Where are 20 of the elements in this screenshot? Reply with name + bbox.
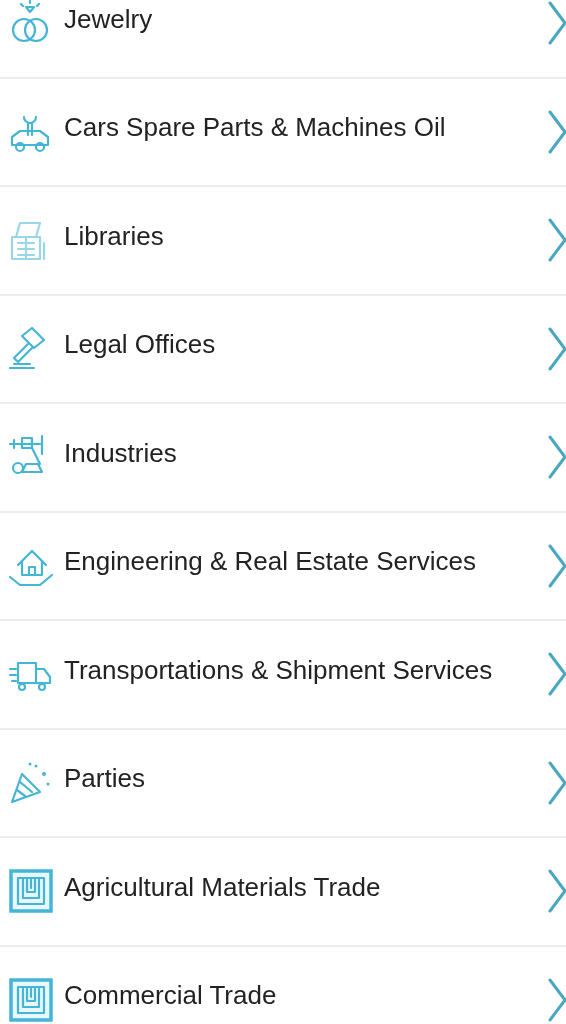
category-item[interactable]: Commercial Trade <box>0 946 566 1024</box>
category-label: Legal Offices <box>64 329 217 362</box>
category-label: Jewelry <box>64 3 154 36</box>
category-item[interactable]: Agricultural Materials Trade <box>0 838 566 947</box>
category-item[interactable]: Cars Spare Parts & Machines Oil <box>0 78 566 187</box>
category-label: Industries <box>64 437 178 470</box>
category-label: Libraries <box>64 220 165 253</box>
category-item[interactable]: Jewelry <box>0 0 566 79</box>
category-item[interactable]: Parties <box>0 729 566 838</box>
category-item[interactable]: Industries <box>0 404 566 513</box>
category-label: Agricultural Materials Trade <box>64 871 382 904</box>
category-item[interactable]: Libraries <box>0 187 566 296</box>
category-item[interactable]: Engineering & Real Estate Services <box>0 512 566 621</box>
category-item[interactable]: Legal Offices <box>0 295 566 404</box>
category-item[interactable]: Transportations & Shipment Services <box>0 621 566 730</box>
category-label: Cars Spare Parts & Machines Oil <box>64 112 447 145</box>
category-label: Parties <box>64 763 146 796</box>
category-label: Commercial Trade <box>64 980 278 1013</box>
category-label: Transportations & Shipment Services <box>64 654 494 687</box>
category-label: Engineering & Real Estate Services <box>64 546 477 579</box>
